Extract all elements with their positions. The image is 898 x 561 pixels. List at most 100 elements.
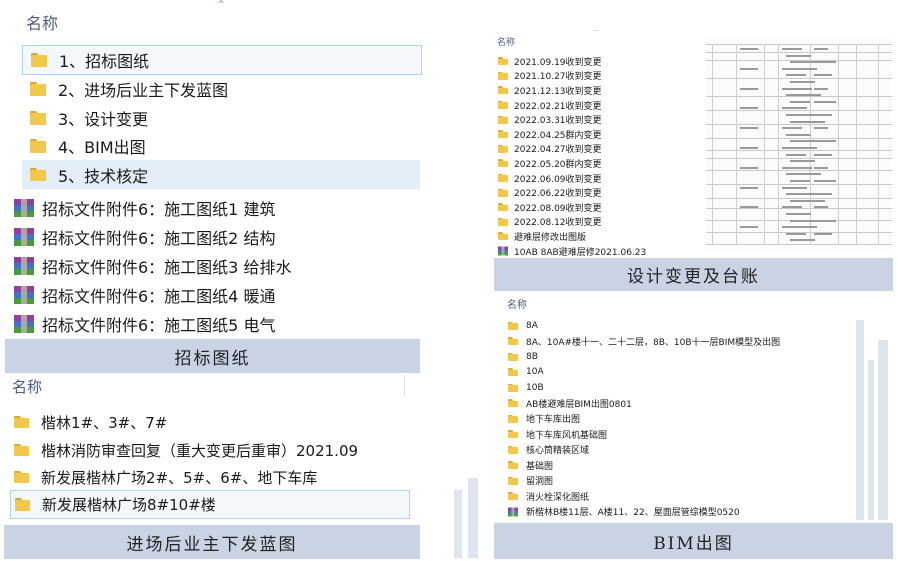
bim-drawings-panel: 名称 ⌃ 8A 8A、10A#楼十一、二十二层，8B、10B十一层BIM模型及出图… xyxy=(494,291,894,523)
folder-label: 2022.04.27收到变更 xyxy=(514,145,602,156)
sheet-text-mark xyxy=(814,153,832,156)
folder-icon xyxy=(498,130,508,139)
folder-label: 3、设计变更 xyxy=(58,110,149,129)
folder-icon xyxy=(498,71,508,80)
sheet-gridline xyxy=(706,184,892,185)
rar-archive-icon xyxy=(508,507,518,517)
archive-label: 招标文件附件6：施工图纸4 暖通 xyxy=(42,287,276,306)
archive-row[interactable]: 招标文件附件6：施工图纸2 结构 xyxy=(14,223,275,251)
folder-label: 8A、10A#楼十一、二十二层，8B、10B十一层BIM模型及出图 xyxy=(526,337,781,348)
folder-icon xyxy=(508,414,518,423)
folder-row[interactable]: 1、招标图纸 xyxy=(22,45,422,75)
sheet-text-mark xyxy=(782,48,802,50)
owner-blueprints-caption: 进场后业主下发蓝图 xyxy=(4,525,420,559)
folder-icon xyxy=(498,203,508,212)
folder-row[interactable]: 10A xyxy=(508,365,544,381)
folder-row[interactable]: 8B xyxy=(508,349,538,365)
sheet-text-mark xyxy=(814,140,836,143)
folder-row[interactable]: 2、进场后业主下发蓝图 xyxy=(22,75,420,103)
sheet-text-mark xyxy=(782,87,812,90)
folder-row[interactable]: 2021.09.19收到变更 xyxy=(498,54,602,69)
sheet-text-mark xyxy=(790,120,825,123)
name-column-header[interactable]: 名称 xyxy=(26,10,58,34)
sheet-text-mark xyxy=(814,114,832,116)
sheet-gridline xyxy=(706,138,892,139)
building-background-image xyxy=(852,300,896,522)
archive-row[interactable]: 招标文件附件6：施工图纸4 暖通 xyxy=(14,281,275,309)
folder-icon xyxy=(31,53,47,67)
sheet-text-mark xyxy=(786,114,816,116)
folder-row[interactable]: 2022.08.09收到变更 xyxy=(498,200,602,215)
name-column-header[interactable]: 名称 xyxy=(497,35,515,48)
folder-label: 留洞图 xyxy=(526,477,554,488)
folder-label: 楷林消防审查回复（重大变更后重审）2021.09 xyxy=(41,441,359,460)
folder-row[interactable]: 8A、10A#楼十一、二十二层，8B、10B十一层BIM模型及出图 xyxy=(508,334,780,350)
folder-row[interactable]: 2022.03.31收到变更 xyxy=(498,112,602,127)
folder-row[interactable]: 2022.04.27收到变更 xyxy=(498,142,602,157)
folder-row[interactable]: 2022.05.20群内变更 xyxy=(498,156,602,171)
folder-row[interactable]: 楷林1#、3#、7# xyxy=(10,409,167,435)
sheet-text-mark xyxy=(814,232,832,235)
folder-row[interactable]: 5、技术核定 xyxy=(22,160,420,189)
archive-row[interactable]: 招标文件附件6：施工图纸5 电气 xyxy=(14,310,275,338)
folder-icon xyxy=(508,430,518,439)
folder-icon xyxy=(508,352,518,361)
folder-row[interactable]: 避难层修改出图版 xyxy=(498,229,586,244)
sheet-text-mark xyxy=(782,226,817,229)
sheet-gridline xyxy=(764,44,765,244)
folder-row[interactable]: 4、BIM出图 xyxy=(22,132,420,160)
folder-row[interactable]: 楷林消防审查回复（重大变更后重审）2021.09 xyxy=(10,437,358,463)
archive-row[interactable]: 招标文件附件6：施工图纸1 建筑 xyxy=(14,194,275,222)
sheet-gridline xyxy=(706,124,892,125)
sheet-text-mark xyxy=(740,147,758,149)
folder-row[interactable]: 新发展楷林广场8#10#楼 xyxy=(10,490,410,519)
folder-row[interactable]: 2021.10.27收到变更 xyxy=(498,69,602,84)
folder-row[interactable]: 基础图 xyxy=(508,458,553,474)
building-background-image xyxy=(450,470,490,558)
folder-row[interactable]: 地下车库风机基础图 xyxy=(508,427,607,443)
archive-row[interactable]: 新楷林B楼11层、A楼11、22、屋面层管综模型0520 xyxy=(508,504,740,520)
folder-label: 2022.08.09收到变更 xyxy=(514,203,602,214)
name-column-header[interactable]: 名称 xyxy=(507,296,527,311)
folder-row[interactable]: 留洞图 xyxy=(508,473,553,489)
sheet-text-mark xyxy=(814,180,836,182)
folder-row[interactable]: 新发展楷林广场2#、5#、6#、地下车库 xyxy=(10,464,317,490)
sheet-gridline xyxy=(736,44,737,244)
sheet-gridline xyxy=(838,44,839,244)
sheet-text-mark xyxy=(790,199,825,202)
sheet-text-mark xyxy=(782,147,817,149)
folder-label: 地下车库风机基础图 xyxy=(526,430,608,441)
folder-row[interactable]: 3、设计变更 xyxy=(22,104,420,132)
folder-icon xyxy=(14,443,29,457)
archive-row[interactable]: 招标文件附件6：施工图纸3 给排水 xyxy=(14,252,291,280)
tender-drawings-panel: 名称 ⌃ 1、招标图纸 2、进场后业主下发蓝图 3、设计变更 4、BIM出图 5… xyxy=(0,0,422,340)
sort-up-icon: ⌃ xyxy=(682,291,689,297)
folder-row[interactable]: 2022.06.09收到变更 xyxy=(498,171,602,186)
folder-label: 楷林1#、3#、7# xyxy=(41,413,168,432)
folder-row[interactable]: 2021.12.13收到变更 xyxy=(498,83,602,98)
folder-label: 10B xyxy=(526,382,544,393)
sheet-text-mark xyxy=(814,87,828,90)
sheet-gridline xyxy=(706,52,892,53)
folder-row[interactable]: 2022.08.12收到变更 xyxy=(498,215,602,230)
folder-row[interactable]: 2022.02.21收到变更 xyxy=(498,98,602,113)
folder-row[interactable]: 2022.06.22收到变更 xyxy=(498,185,602,200)
archive-label: 10AB 8AB避难层修2021.06.23 xyxy=(514,247,647,258)
design-changes-caption: 设计变更及台账 xyxy=(494,258,893,291)
name-column-header[interactable]: 名称 xyxy=(12,376,42,397)
folder-row[interactable]: 消火栓深化图纸 xyxy=(508,489,589,505)
sheet-text-mark xyxy=(814,100,836,103)
folder-row[interactable]: AB楼避难层BIM出图0801 xyxy=(508,396,632,412)
archive-label: 新楷林B楼11层、A楼11、22、屋面层管综模型0520 xyxy=(526,508,740,519)
sheet-gridline xyxy=(706,158,892,159)
folder-row[interactable]: 10B xyxy=(508,380,544,396)
archive-label: 招标文件附件6：施工图纸3 给排水 xyxy=(42,258,292,277)
rar-archive-icon xyxy=(14,315,34,333)
folder-row[interactable]: 地下车库出图 xyxy=(508,411,580,427)
folder-row[interactable]: 8A xyxy=(508,318,538,334)
archive-row[interactable]: 10AB 8AB避难层修2021.06.23 xyxy=(498,244,646,258)
folder-label: 2022.06.22收到变更 xyxy=(514,189,602,200)
folder-row[interactable]: 核心筒精装区域 xyxy=(508,442,589,458)
folder-row[interactable]: 2022.04.25群内变更 xyxy=(498,127,602,142)
sheet-text-mark xyxy=(790,81,815,83)
